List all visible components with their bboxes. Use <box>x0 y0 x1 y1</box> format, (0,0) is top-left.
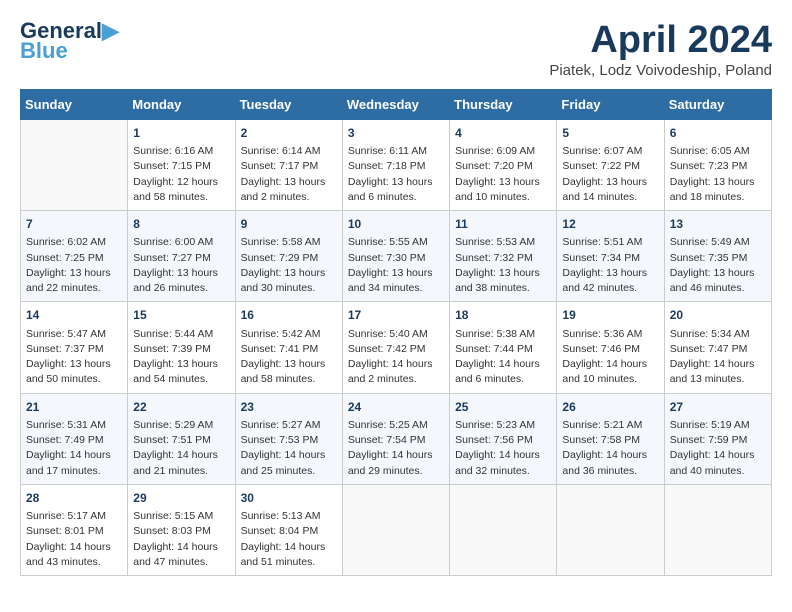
calendar-cell: 14Sunrise: 5:47 AMSunset: 7:37 PMDayligh… <box>21 302 128 393</box>
calendar-cell: 25Sunrise: 5:23 AMSunset: 7:56 PMDayligh… <box>450 393 557 484</box>
calendar-cell: 13Sunrise: 5:49 AMSunset: 7:35 PMDayligh… <box>664 211 771 302</box>
month-title: April 2024 <box>549 20 772 62</box>
day-number: 29 <box>133 490 229 507</box>
day-number: 10 <box>348 216 444 233</box>
calendar-cell: 11Sunrise: 5:53 AMSunset: 7:32 PMDayligh… <box>450 211 557 302</box>
day-number: 17 <box>348 307 444 324</box>
day-number: 21 <box>26 399 122 416</box>
day-number: 16 <box>241 307 337 324</box>
calendar-cell: 24Sunrise: 5:25 AMSunset: 7:54 PMDayligh… <box>342 393 449 484</box>
calendar-cell <box>450 484 557 575</box>
col-header-saturday: Saturday <box>664 89 771 119</box>
day-number: 22 <box>133 399 229 416</box>
day-number: 19 <box>562 307 658 324</box>
day-number: 15 <box>133 307 229 324</box>
title-block: April 2024 Piatek, Lodz Voivodeship, Pol… <box>549 20 772 79</box>
calendar-cell: 1Sunrise: 6:16 AMSunset: 7:15 PMDaylight… <box>128 119 235 210</box>
day-number: 6 <box>670 125 766 142</box>
col-header-sunday: Sunday <box>21 89 128 119</box>
calendar-cell: 27Sunrise: 5:19 AMSunset: 7:59 PMDayligh… <box>664 393 771 484</box>
logo: General▶ Blue <box>20 20 119 62</box>
calendar-cell: 26Sunrise: 5:21 AMSunset: 7:58 PMDayligh… <box>557 393 664 484</box>
day-number: 7 <box>26 216 122 233</box>
day-number: 12 <box>562 216 658 233</box>
day-number: 4 <box>455 125 551 142</box>
calendar-table: SundayMondayTuesdayWednesdayThursdayFrid… <box>20 89 772 576</box>
col-header-friday: Friday <box>557 89 664 119</box>
calendar-cell: 4Sunrise: 6:09 AMSunset: 7:20 PMDaylight… <box>450 119 557 210</box>
calendar-cell: 30Sunrise: 5:13 AMSunset: 8:04 PMDayligh… <box>235 484 342 575</box>
calendar-cell: 10Sunrise: 5:55 AMSunset: 7:30 PMDayligh… <box>342 211 449 302</box>
day-number: 20 <box>670 307 766 324</box>
calendar-cell: 23Sunrise: 5:27 AMSunset: 7:53 PMDayligh… <box>235 393 342 484</box>
calendar-cell: 21Sunrise: 5:31 AMSunset: 7:49 PMDayligh… <box>21 393 128 484</box>
calendar-cell <box>664 484 771 575</box>
location-subtitle: Piatek, Lodz Voivodeship, Poland <box>549 62 772 79</box>
calendar-cell: 16Sunrise: 5:42 AMSunset: 7:41 PMDayligh… <box>235 302 342 393</box>
day-number: 5 <box>562 125 658 142</box>
calendar-cell: 22Sunrise: 5:29 AMSunset: 7:51 PMDayligh… <box>128 393 235 484</box>
day-number: 13 <box>670 216 766 233</box>
calendar-cell: 15Sunrise: 5:44 AMSunset: 7:39 PMDayligh… <box>128 302 235 393</box>
calendar-cell: 29Sunrise: 5:15 AMSunset: 8:03 PMDayligh… <box>128 484 235 575</box>
day-number: 11 <box>455 216 551 233</box>
day-number: 23 <box>241 399 337 416</box>
calendar-cell: 6Sunrise: 6:05 AMSunset: 7:23 PMDaylight… <box>664 119 771 210</box>
day-number: 2 <box>241 125 337 142</box>
calendar-cell: 3Sunrise: 6:11 AMSunset: 7:18 PMDaylight… <box>342 119 449 210</box>
calendar-cell: 2Sunrise: 6:14 AMSunset: 7:17 PMDaylight… <box>235 119 342 210</box>
day-number: 27 <box>670 399 766 416</box>
calendar-cell <box>21 119 128 210</box>
day-number: 30 <box>241 490 337 507</box>
calendar-cell: 12Sunrise: 5:51 AMSunset: 7:34 PMDayligh… <box>557 211 664 302</box>
calendar-cell: 19Sunrise: 5:36 AMSunset: 7:46 PMDayligh… <box>557 302 664 393</box>
day-number: 3 <box>348 125 444 142</box>
calendar-cell: 17Sunrise: 5:40 AMSunset: 7:42 PMDayligh… <box>342 302 449 393</box>
calendar-cell: 9Sunrise: 5:58 AMSunset: 7:29 PMDaylight… <box>235 211 342 302</box>
calendar-cell: 28Sunrise: 5:17 AMSunset: 8:01 PMDayligh… <box>21 484 128 575</box>
calendar-cell <box>557 484 664 575</box>
page-header: General▶ Blue April 2024 Piatek, Lodz Vo… <box>20 20 772 79</box>
day-number: 24 <box>348 399 444 416</box>
calendar-cell: 18Sunrise: 5:38 AMSunset: 7:44 PMDayligh… <box>450 302 557 393</box>
day-number: 26 <box>562 399 658 416</box>
day-number: 8 <box>133 216 229 233</box>
col-header-thursday: Thursday <box>450 89 557 119</box>
calendar-cell: 20Sunrise: 5:34 AMSunset: 7:47 PMDayligh… <box>664 302 771 393</box>
calendar-cell: 5Sunrise: 6:07 AMSunset: 7:22 PMDaylight… <box>557 119 664 210</box>
col-header-tuesday: Tuesday <box>235 89 342 119</box>
day-number: 1 <box>133 125 229 142</box>
day-number: 25 <box>455 399 551 416</box>
day-number: 14 <box>26 307 122 324</box>
calendar-cell: 7Sunrise: 6:02 AMSunset: 7:25 PMDaylight… <box>21 211 128 302</box>
col-header-monday: Monday <box>128 89 235 119</box>
col-header-wednesday: Wednesday <box>342 89 449 119</box>
day-number: 9 <box>241 216 337 233</box>
logo-blue: Blue <box>20 40 68 62</box>
calendar-cell: 8Sunrise: 6:00 AMSunset: 7:27 PMDaylight… <box>128 211 235 302</box>
calendar-cell <box>342 484 449 575</box>
day-number: 18 <box>455 307 551 324</box>
day-number: 28 <box>26 490 122 507</box>
